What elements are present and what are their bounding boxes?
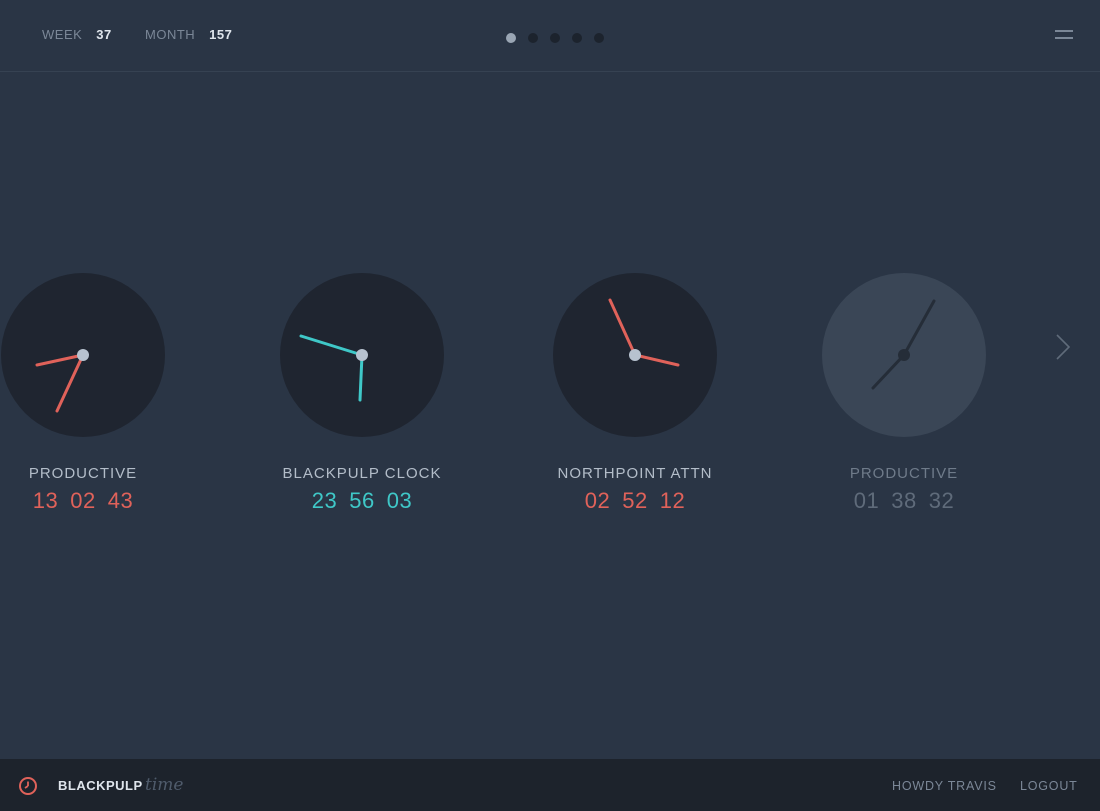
clock-card-productive[interactable]: PRODUCTIVE 13 02 43	[0, 272, 198, 522]
clock-label: BLACKPULP CLOCK	[282, 465, 442, 482]
clock-seconds: 03	[386, 488, 413, 513]
clock-seconds: 12	[659, 488, 686, 513]
clock-minutes: 38	[891, 488, 917, 513]
clock-label: PRODUCTIVE	[28, 465, 138, 482]
clock-hours: 13	[32, 488, 59, 513]
clock-card-blackpulp[interactable]: BLACKPULP CLOCK 23 56 03	[247, 272, 477, 522]
clock-card-productive-inactive[interactable]: PRODUCTIVE 01 38 32	[789, 272, 1019, 522]
clock-time: 23 56 03	[247, 488, 477, 514]
clock-hours: 23	[311, 488, 338, 513]
page-dot-4[interactable]	[572, 33, 582, 43]
clock-time: 13 02 43	[0, 488, 198, 514]
page-dot-3[interactable]	[550, 33, 560, 43]
brand-name: BLACKPULP	[58, 778, 143, 793]
clock-seconds: 32	[928, 488, 955, 513]
clock-face-icon	[280, 273, 444, 437]
clock-face-icon	[822, 273, 986, 437]
clock-minutes: 56	[349, 488, 375, 513]
clock-face-icon	[1, 273, 165, 437]
week-stat: WEEK 37	[42, 28, 112, 42]
month-stat: MONTH 157	[145, 28, 232, 42]
clock-time: 01 38 32	[789, 488, 1019, 514]
clock-minutes: 02	[70, 488, 96, 513]
clock-icon	[18, 776, 38, 796]
clock-seconds: 43	[107, 488, 134, 513]
footer-bar: BLACKPULP time HOWDY TRAVIS LOGOUT	[0, 759, 1100, 811]
clock-time: 02 52 12	[520, 488, 750, 514]
month-label: MONTH	[145, 27, 196, 42]
chevron-right-icon[interactable]	[1052, 332, 1072, 362]
week-label: WEEK	[42, 27, 83, 42]
month-value: 157	[209, 27, 233, 42]
brand-subtitle: time	[145, 775, 184, 795]
week-value: 37	[96, 27, 112, 42]
page-indicator	[506, 33, 604, 43]
clock-face-icon	[553, 273, 717, 437]
page-dot-1[interactable]	[506, 33, 516, 43]
hamburger-menu-icon[interactable]	[1052, 26, 1076, 46]
page-dot-2[interactable]	[528, 33, 538, 43]
user-greeting[interactable]: HOWDY TRAVIS	[892, 779, 997, 793]
clock-minutes: 52	[622, 488, 648, 513]
clock-card-northpoint[interactable]: NORTHPOINT ATTN 02 52 12	[520, 272, 750, 522]
clock-label: PRODUCTIVE	[849, 465, 959, 482]
page-dot-5[interactable]	[594, 33, 604, 43]
top-bar: WEEK 37 MONTH 157	[0, 0, 1100, 72]
logout-link[interactable]: LOGOUT	[1020, 779, 1078, 793]
clock-label: NORTHPOINT ATTN	[557, 465, 713, 482]
clock-hours: 01	[853, 488, 880, 513]
clock-hours: 02	[584, 488, 611, 513]
